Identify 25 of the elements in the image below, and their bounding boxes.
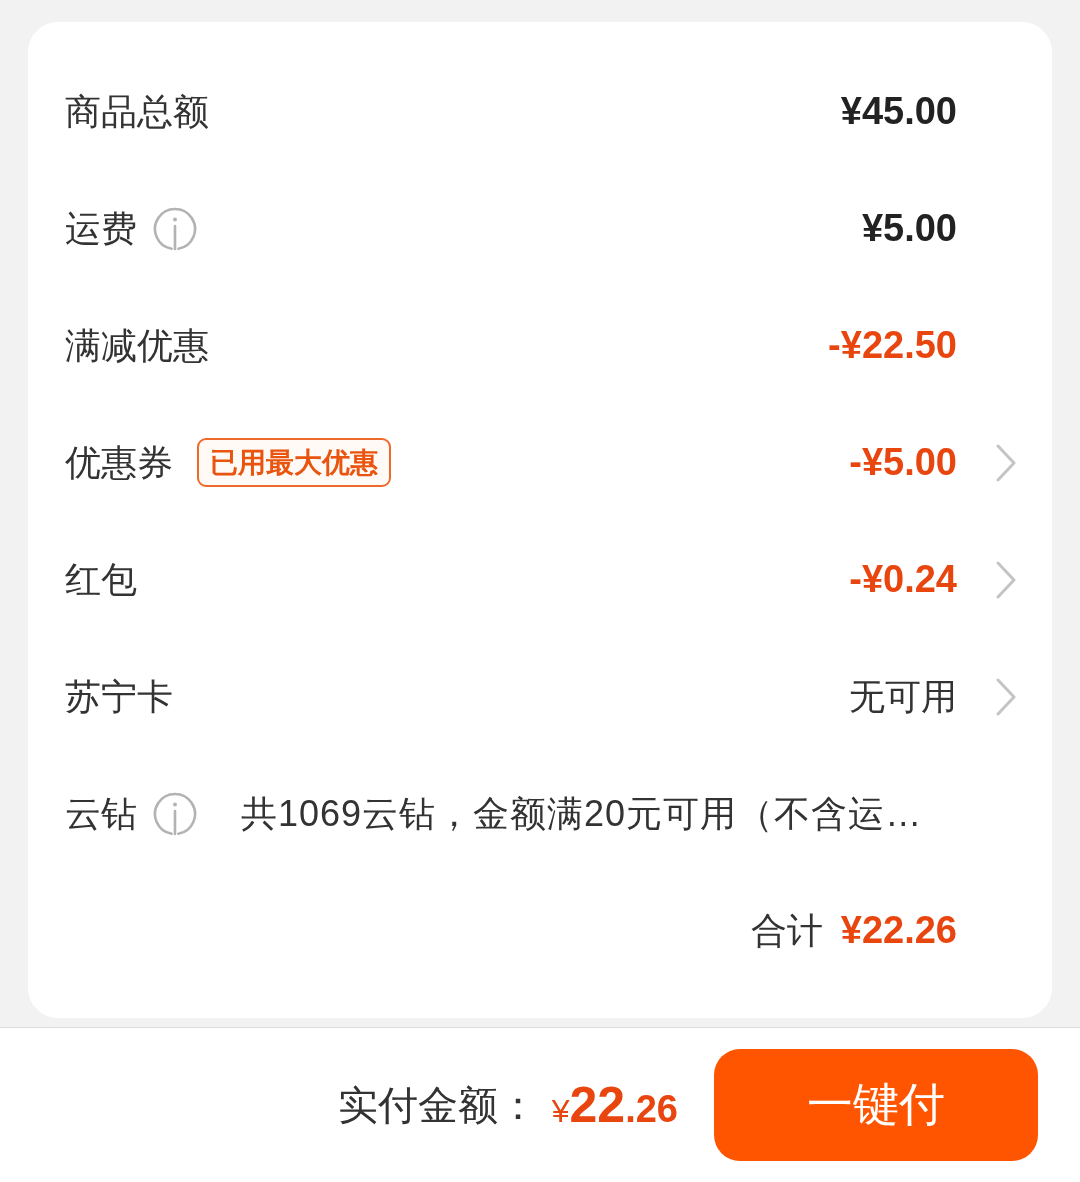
amount-text: ¥45.00 — [840, 88, 957, 134]
info-icon[interactable] — [153, 206, 197, 251]
pay-button[interactable]: 一键付 — [714, 1049, 1038, 1161]
info-icon[interactable] — [153, 791, 197, 836]
row-label: 商品总额 — [65, 89, 209, 134]
chevron-right-icon[interactable] — [996, 560, 1016, 599]
pay-amount: ¥22.26 — [551, 1076, 678, 1135]
total-label: 合计 — [750, 908, 823, 953]
chevron-right-icon[interactable] — [996, 677, 1016, 716]
row-label: 满减优惠 — [65, 323, 209, 368]
chevron-right-icon[interactable] — [996, 443, 1016, 482]
row-label: 苏宁卡 — [65, 674, 173, 719]
amount-text: ¥5.00 — [861, 205, 957, 251]
promo-tag: 已用最大优惠 — [197, 437, 391, 488]
total-amount: ¥22.26 — [840, 907, 957, 953]
status-text: 无可用 — [849, 674, 957, 719]
discount-amount: -¥22.50 — [828, 322, 957, 368]
row-label: 运费 — [65, 206, 137, 251]
note-text: 共1069云钻，金额满20元可用（不含运… — [241, 791, 924, 836]
discount-amount: -¥5.00 — [849, 439, 957, 485]
discount-amount: -¥0.24 — [849, 556, 957, 602]
row-label: 云钻 — [65, 791, 137, 836]
row-label: 红包 — [65, 557, 137, 602]
pay-label: 实付金额： — [337, 1082, 538, 1129]
row-label: 优惠券 — [65, 440, 173, 485]
